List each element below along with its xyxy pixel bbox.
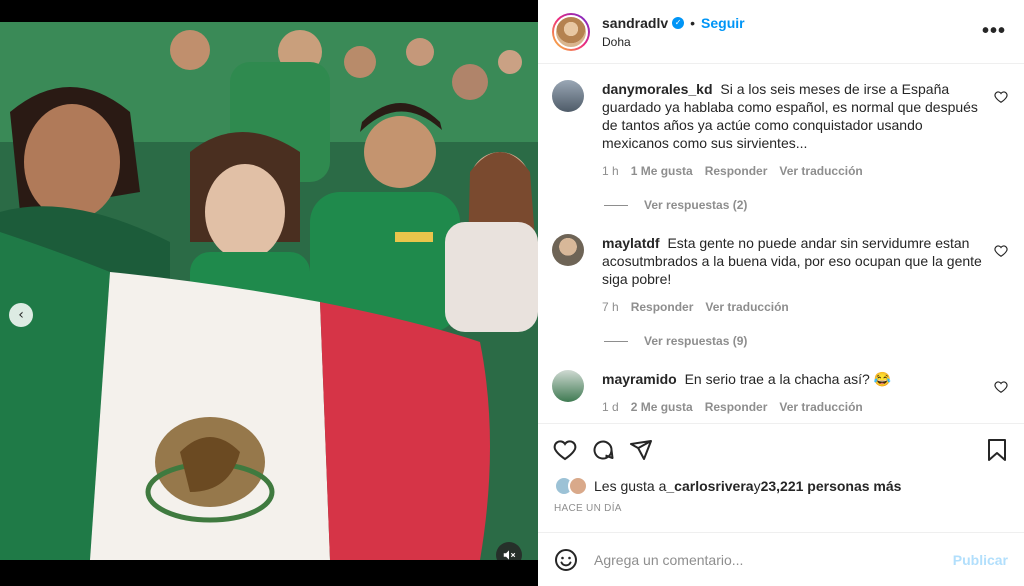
verified-icon: ✓ bbox=[672, 16, 685, 29]
author-avatar[interactable] bbox=[552, 12, 590, 51]
bookmark-icon bbox=[988, 438, 1006, 461]
reply-button[interactable]: Responder bbox=[705, 398, 768, 416]
share-button[interactable] bbox=[628, 437, 654, 463]
post-actions-bar bbox=[538, 423, 1024, 475]
view-replies-label: Ver respuestas (2) bbox=[644, 198, 748, 212]
separator: • bbox=[690, 14, 696, 31]
instagram-post-modal: ‹ sandradlv ✓ • Seguir Doha ••• danymora… bbox=[0, 0, 1024, 586]
media-panel: ‹ bbox=[0, 0, 538, 586]
comment-time[interactable]: 1 h bbox=[602, 162, 619, 180]
likes-conjunction: y bbox=[753, 478, 761, 494]
add-comment-bar: Publicar bbox=[538, 532, 1024, 586]
commenter-avatar[interactable] bbox=[552, 370, 584, 402]
comments-list: danymorales_kd Si a los seis meses de ir… bbox=[538, 64, 1024, 423]
commenter-username[interactable]: maylatdf bbox=[602, 235, 660, 251]
publish-button[interactable]: Publicar bbox=[953, 552, 1008, 568]
save-button[interactable] bbox=[984, 437, 1010, 463]
commenter-username[interactable]: danymorales_kd bbox=[602, 81, 713, 97]
likers-avatars[interactable] bbox=[554, 476, 588, 496]
mute-icon bbox=[503, 550, 516, 560]
author-username[interactable]: sandradlv bbox=[602, 15, 668, 31]
comment-icon bbox=[593, 440, 614, 459]
translate-button[interactable]: Ver traducción bbox=[779, 162, 862, 180]
comment-item: danymorales_kd Si a los seis meses de ir… bbox=[552, 80, 1008, 180]
likes-prefix: Les gusta a bbox=[594, 478, 667, 494]
author-info: sandradlv ✓ • Seguir Doha bbox=[602, 15, 982, 49]
commenter-avatar[interactable] bbox=[552, 234, 584, 266]
comment-button[interactable] bbox=[590, 437, 616, 463]
post-header: sandradlv ✓ • Seguir Doha ••• bbox=[538, 0, 1024, 64]
reply-button[interactable]: Responder bbox=[705, 162, 768, 180]
comment-text: En serio trae a la chacha así? 😂 bbox=[684, 371, 892, 387]
comment-likes[interactable]: 1 Me gusta bbox=[631, 162, 693, 180]
translate-button[interactable]: Ver traducción bbox=[779, 398, 862, 416]
reply-button[interactable]: Responder bbox=[631, 298, 694, 316]
replies-divider bbox=[604, 340, 628, 342]
view-replies-button[interactable]: Ver respuestas (9) bbox=[604, 334, 1008, 348]
liker-username[interactable]: _carlosrivera bbox=[666, 478, 753, 494]
like-comment-heart-icon[interactable] bbox=[994, 380, 1008, 394]
replies-divider bbox=[604, 204, 628, 206]
follow-button[interactable]: Seguir bbox=[701, 15, 745, 31]
post-photo[interactable]: ‹ bbox=[0, 22, 538, 560]
more-options-icon[interactable]: ••• bbox=[982, 20, 1006, 43]
translate-button[interactable]: Ver traducción bbox=[705, 298, 788, 316]
post-timestamp[interactable]: HACE UN DÍA bbox=[538, 497, 1024, 514]
comment-item: mayramido En serio trae a la chacha así?… bbox=[552, 370, 1008, 416]
comment-time[interactable]: 1 d bbox=[602, 398, 619, 416]
commenter-avatar[interactable] bbox=[552, 80, 584, 112]
likes-summary: Les gusta a _carlosrivera y 23,221 perso… bbox=[538, 475, 1024, 497]
emoji-icon[interactable] bbox=[554, 548, 578, 572]
view-replies-label: Ver respuestas (9) bbox=[644, 334, 748, 348]
commenter-username[interactable]: mayramido bbox=[602, 371, 677, 387]
post-location[interactable]: Doha bbox=[602, 35, 982, 49]
likes-count[interactable]: 23,221 personas más bbox=[761, 478, 902, 494]
comment-time[interactable]: 7 h bbox=[602, 298, 619, 316]
heart-icon bbox=[553, 439, 577, 460]
share-icon bbox=[630, 439, 652, 460]
mexico-flag bbox=[0, 232, 490, 560]
view-replies-button[interactable]: Ver respuestas (2) bbox=[604, 198, 1008, 212]
like-button[interactable] bbox=[552, 437, 578, 463]
post-side-panel: sandradlv ✓ • Seguir Doha ••• danymorale… bbox=[538, 0, 1024, 586]
previous-media-button[interactable]: ‹ bbox=[9, 303, 33, 327]
comment-likes[interactable]: 2 Me gusta bbox=[631, 398, 693, 416]
comment-input[interactable] bbox=[594, 551, 953, 568]
like-comment-heart-icon[interactable] bbox=[994, 244, 1008, 258]
like-comment-heart-icon[interactable] bbox=[994, 90, 1008, 104]
chevron-left-icon: ‹ bbox=[18, 307, 24, 323]
comment-item: maylatdf Esta gente no puede andar sin s… bbox=[552, 234, 1008, 316]
